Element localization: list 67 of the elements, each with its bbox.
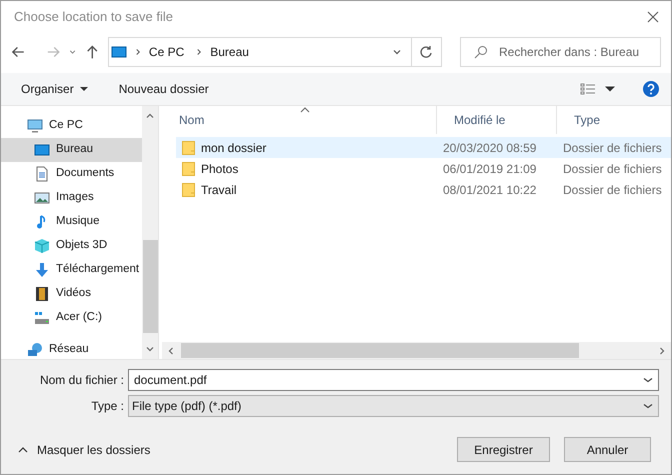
sort-ascending-icon xyxy=(300,106,310,114)
horizontal-scrollbar[interactable] xyxy=(162,342,671,359)
refresh-button[interactable] xyxy=(412,37,442,67)
sidebar-item[interactable]: Téléchargement xyxy=(1,258,142,282)
document-icon xyxy=(34,166,50,182)
folder-icon xyxy=(182,182,195,196)
scrollbar-thumb[interactable] xyxy=(142,240,158,333)
modified-date: 06/01/2019 21:09 xyxy=(442,160,538,178)
sidebar-item[interactable]: Ce PC xyxy=(1,114,142,138)
file-type-dropdown[interactable]: File type (pdf) (*.pdf) xyxy=(128,395,659,417)
breadcrumb-item[interactable]: Bureau xyxy=(210,43,249,61)
folder-icon xyxy=(182,140,195,154)
up-arrow-icon[interactable] xyxy=(85,44,100,60)
sidebar-item[interactable]: Documents xyxy=(1,162,142,186)
window-title: Choose location to save file xyxy=(14,8,173,26)
column-header[interactable]: Modifié le xyxy=(437,106,557,134)
file-name-field[interactable]: document.pdf xyxy=(128,369,659,391)
address-bar[interactable]: Ce PC Bureau xyxy=(108,37,412,67)
field-label: Type : xyxy=(90,398,124,415)
sidebar-item[interactable]: Acer (C:) xyxy=(1,306,142,330)
column-header[interactable]: Type xyxy=(557,106,671,134)
sidebar-item[interactable]: Objets 3D xyxy=(1,234,142,258)
cancel-button[interactable]: Annuler xyxy=(564,437,651,462)
desktop-icon xyxy=(34,142,50,158)
search-field[interactable]: Rechercher dans : Bureau xyxy=(460,37,661,67)
file-name: Photos xyxy=(201,160,238,178)
file-type: Dossier de fichiers xyxy=(562,160,662,178)
caret-icon xyxy=(80,85,88,93)
folder-icon xyxy=(182,162,195,176)
file-row[interactable]: mon dossier 20/03/2020 08:59 Dossier de fichiers xyxy=(176,137,671,158)
column-header[interactable]: Nom xyxy=(162,106,437,134)
view-options-icon[interactable] xyxy=(580,81,596,97)
sidebar-item[interactable]: Images xyxy=(1,186,142,210)
file-name: Travail xyxy=(201,182,237,198)
desktop-icon xyxy=(110,44,127,60)
file-row[interactable]: Photos 06/01/2019 21:09 Dossier de fichiers xyxy=(176,158,671,179)
help-icon[interactable] xyxy=(643,81,659,97)
back-arrow-icon[interactable] xyxy=(11,44,26,60)
down-arrow-icon xyxy=(34,262,50,278)
network-icon xyxy=(27,342,43,358)
scrollbar-thumb[interactable] xyxy=(181,343,579,358)
sidebar-item[interactable]: Musique xyxy=(1,210,142,234)
caret-icon[interactable] xyxy=(605,84,615,94)
film-icon xyxy=(34,286,50,302)
file-row[interactable]: Travail 08/01/2021 10:22 Dossier de fichiers xyxy=(176,179,671,200)
modified-date: 08/01/2021 10:22 xyxy=(442,182,538,198)
field-label: Nom du fichier : xyxy=(38,372,124,389)
scrollbar[interactable] xyxy=(142,106,158,359)
close-icon[interactable] xyxy=(647,11,659,23)
sidebar-item[interactable]: Bureau xyxy=(1,138,142,162)
save-button[interactable]: Enregistrer xyxy=(457,437,550,462)
hide-folders-button[interactable]: Masquer les dossiers xyxy=(13,440,150,458)
new-folder-button[interactable]: Nouveau dossier xyxy=(110,80,217,98)
drive-icon xyxy=(34,310,50,326)
search-icon xyxy=(474,45,488,59)
modified-date: 20/03/2020 08:59 xyxy=(442,140,538,156)
sidebar-item[interactable]: Vidéos xyxy=(1,282,142,306)
file-type: Dossier de fichiers xyxy=(562,140,662,156)
sidebar-item[interactable]: Réseau xyxy=(1,338,142,359)
cube-icon xyxy=(34,238,50,254)
file-type: Dossier de fichiers xyxy=(562,182,662,198)
breadcrumb-item[interactable]: Ce PC xyxy=(148,43,184,61)
computer-icon xyxy=(27,118,43,134)
organize-button[interactable]: Organiser xyxy=(13,80,96,98)
refresh-icon xyxy=(419,45,434,59)
image-icon xyxy=(34,190,50,206)
file-name: mon dossier xyxy=(201,140,266,156)
